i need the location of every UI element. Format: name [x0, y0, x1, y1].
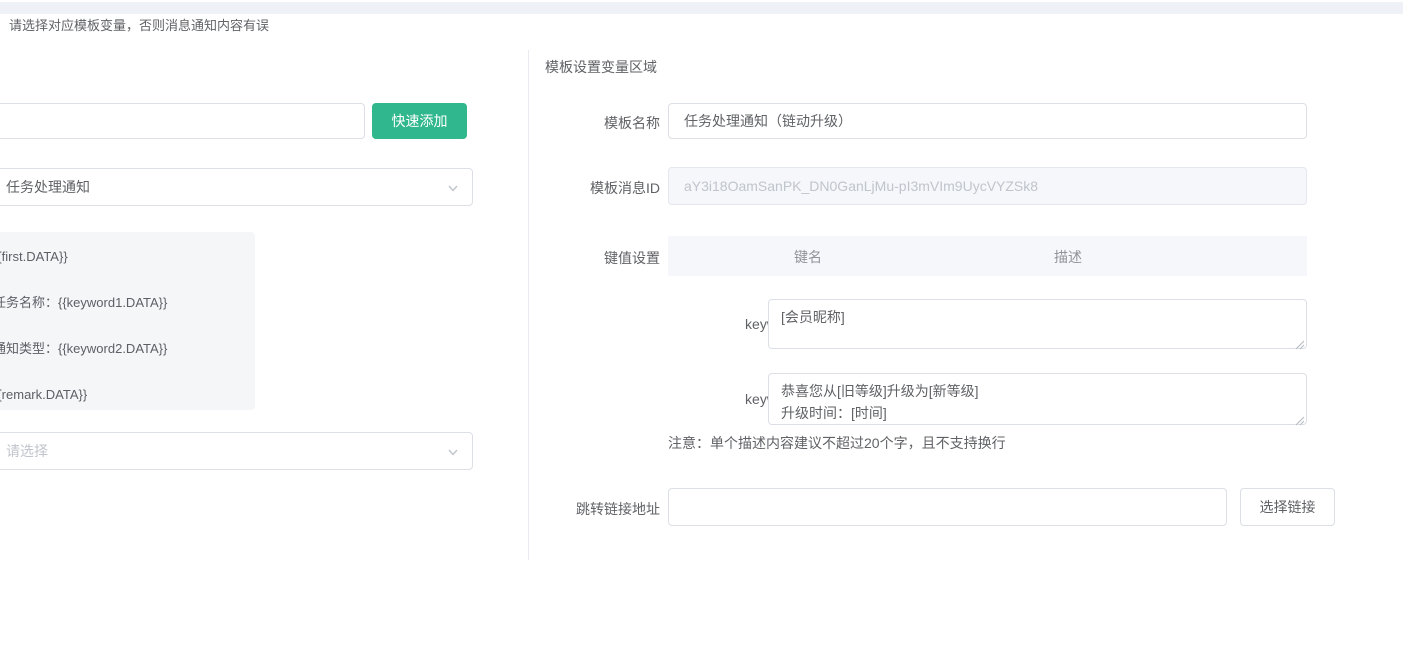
choose-link-button[interactable]: 选择链接 — [1240, 488, 1335, 526]
jump-link-input[interactable] — [668, 488, 1227, 526]
jump-link-label: 跳转链接地址 — [520, 499, 660, 519]
kv-settings-label: 键值设置 — [520, 248, 660, 268]
preview-line-first: {{first.DATA}} — [0, 247, 245, 267]
kv-row-desc-keyword2[interactable]: 恭喜您从[旧等级]升级为[新等级] 升级时间：[时间] — [768, 373, 1307, 425]
kv-column-key-header: 键名 — [728, 247, 888, 267]
kv-row-desc-keyword1[interactable]: [会员昵称] — [768, 299, 1307, 349]
preview-line-keyword1: 任务名称：{{keyword1.DATA}} — [0, 293, 245, 313]
variable-select-placeholder: 请选择 — [6, 441, 48, 461]
quick-add-button[interactable]: 快速添加 — [372, 103, 467, 139]
template-msg-id-label: 模板消息ID — [520, 178, 660, 198]
chevron-down-icon — [446, 181, 460, 198]
warning-text: 请选择对应模板变量，否则消息通知内容有误 — [9, 18, 269, 34]
template-type-select[interactable]: 任务处理通知 — [0, 168, 473, 206]
kv-note: 注意：单个描述内容建议不超过20个字，且不支持换行 — [668, 433, 1006, 453]
section-title: 模板设置变量区域 — [545, 57, 657, 77]
preview-line-remark: {{remark.DATA}} — [0, 385, 245, 405]
chevron-down-icon — [446, 445, 460, 462]
preview-line-keyword2: 通知类型：{{keyword2.DATA}} — [0, 339, 245, 359]
template-config-page: 请选择对应模板变量，否则消息通知内容有误 快速添加 任务处理通知 {{first… — [0, 0, 1403, 645]
template-name-label: 模板名称 — [520, 113, 660, 133]
kv-column-desc-header: 描述 — [958, 247, 1178, 267]
template-name-input[interactable] — [668, 103, 1307, 139]
template-msg-id-input — [668, 167, 1307, 205]
kv-table-header: 键名 描述 — [668, 236, 1307, 276]
variable-select[interactable]: 请选择 — [0, 432, 473, 470]
top-bar — [0, 2, 1403, 14]
quick-add-input[interactable] — [0, 103, 365, 139]
template-preview-box: {{first.DATA}} 任务名称：{{keyword1.DATA}} 通知… — [0, 232, 255, 410]
template-type-select-value: 任务处理通知 — [6, 177, 90, 197]
